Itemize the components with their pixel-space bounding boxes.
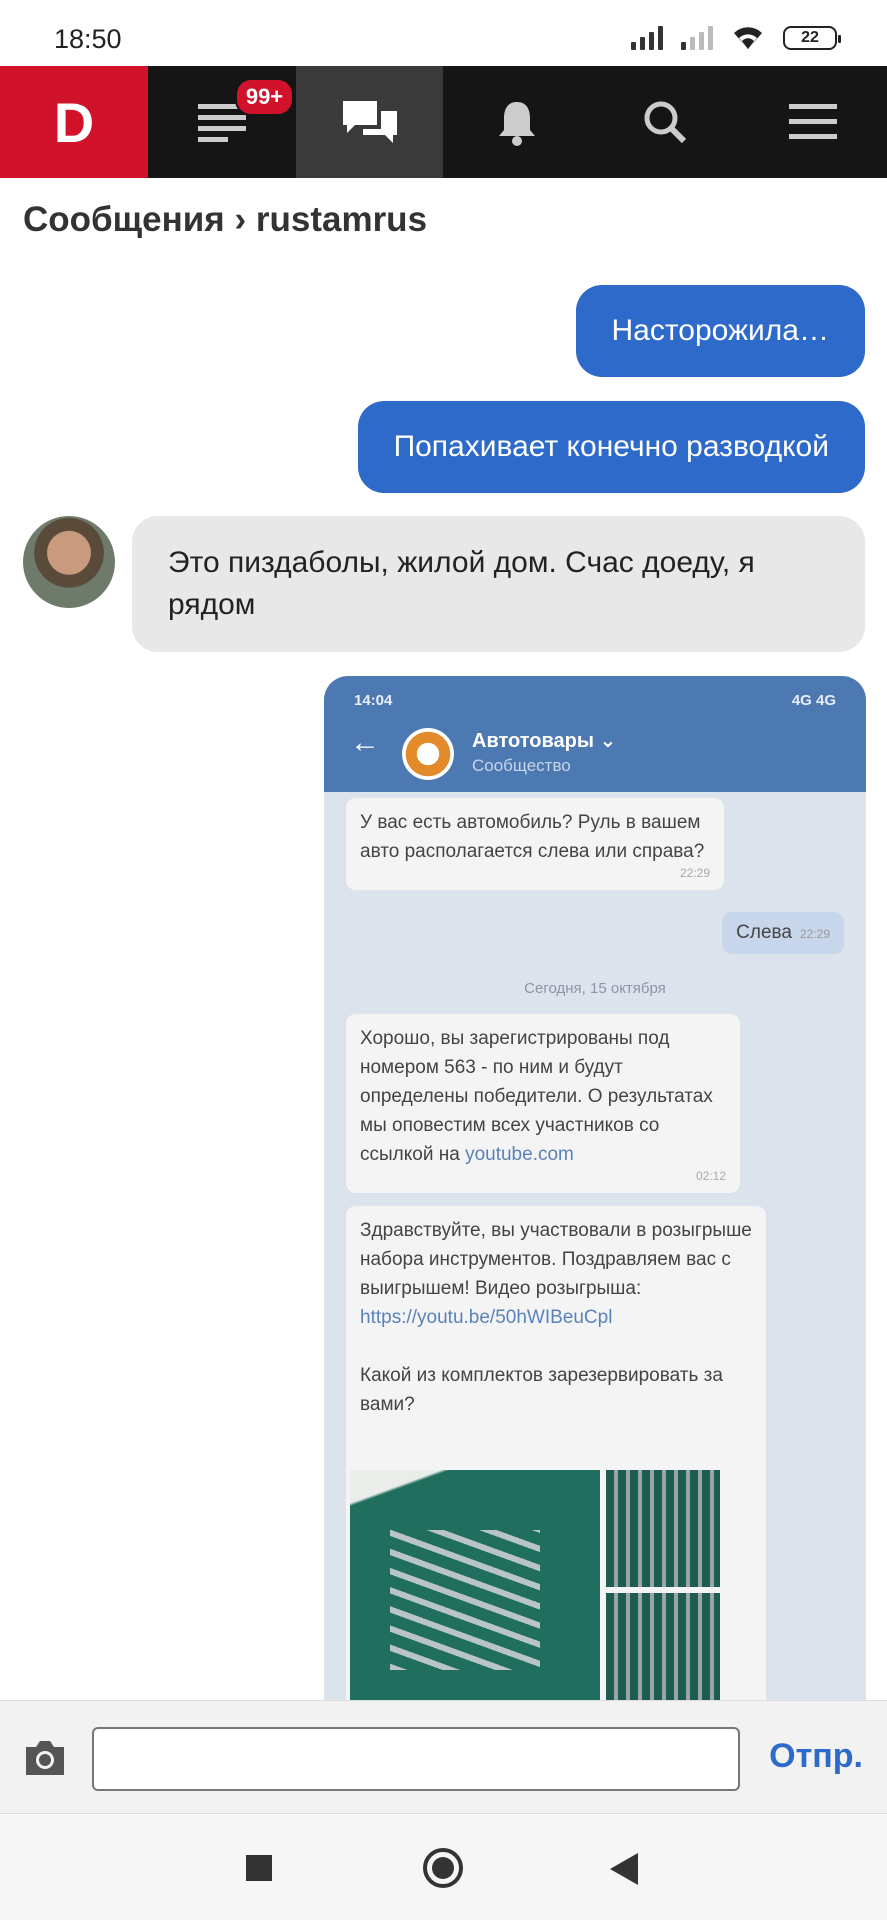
- battery-icon: 22: [783, 26, 841, 50]
- community-subtitle: Сообщество: [472, 756, 571, 775]
- outgoing-message: Попахивает конечно разводкой: [357, 401, 865, 493]
- breadcrumb-user: rustamrus: [255, 200, 428, 239]
- chat-icon: [342, 101, 397, 143]
- status-time: 18:50: [54, 24, 122, 54]
- home-icon[interactable]: [422, 1847, 464, 1889]
- community-name: Автотовары ⌄: [472, 730, 617, 752]
- screenshot-reply: Слева 22:29: [722, 912, 844, 954]
- camera-icon[interactable]: [22, 1739, 68, 1777]
- signal-icon: [631, 26, 663, 50]
- bell-icon: [499, 102, 536, 146]
- tool-set-photo: [606, 1593, 720, 1706]
- tool-set-photo: [606, 1470, 720, 1587]
- screenshot-status: 14:04 4G 4G: [354, 692, 836, 709]
- search-icon: [644, 101, 687, 144]
- status-icons: 22: [631, 25, 841, 51]
- community-avatar: [402, 728, 454, 780]
- screenshot-body: У вас есть автомобиль? Руль в вашем авто…: [324, 792, 866, 1706]
- screenshot-message: Хорошо, вы зарегистрированы под номером …: [346, 1014, 740, 1193]
- system-nav-bar: [0, 1815, 887, 1920]
- screenshot-message: У вас есть автомобиль? Руль в вашем авто…: [346, 798, 724, 890]
- tool-set-photos: [350, 1470, 720, 1706]
- screenshot-header: 14:04 4G 4G ← Автотовары ⌄ Сообщество: [324, 676, 866, 792]
- search-nav-button[interactable]: [591, 66, 739, 178]
- breadcrumb: Сообщения › rustamrus: [23, 200, 427, 240]
- back-arrow-icon: ←: [350, 726, 380, 759]
- avatar[interactable]: [23, 516, 115, 608]
- logo-button[interactable]: D: [0, 66, 148, 178]
- feed-nav-button[interactable]: 99+: [148, 66, 296, 178]
- incoming-message: Это пиздаболы, жилой дом. Счас доеду, я …: [132, 516, 865, 652]
- menu-nav-button[interactable]: [739, 66, 887, 178]
- wifi-icon: [734, 27, 762, 49]
- notifications-nav-button[interactable]: [443, 66, 591, 178]
- screenshot-time: 14:04: [354, 692, 393, 709]
- top-nav: D 99+: [0, 66, 887, 178]
- status-bar: 18:50 22: [0, 0, 887, 66]
- recents-icon[interactable]: [246, 1855, 272, 1881]
- image-message[interactable]: 14:04 4G 4G ← Автотовары ⌄ Сообщество У …: [324, 676, 866, 1706]
- breadcrumb-messages-link[interactable]: Сообщения: [23, 200, 225, 239]
- feed-badge: 99+: [234, 78, 295, 116]
- back-icon[interactable]: [610, 1853, 638, 1885]
- date-divider: Сегодня, 15 октября: [524, 980, 666, 997]
- tool-set-photo: [350, 1470, 601, 1706]
- outgoing-message: Насторожила…: [575, 285, 865, 377]
- hamburger-icon: [789, 104, 838, 139]
- signal-weak-icon: [681, 26, 713, 50]
- breadcrumb-separator: ›: [234, 200, 247, 239]
- messages-nav-button[interactable]: [295, 66, 444, 178]
- message-input[interactable]: [92, 1727, 740, 1791]
- message-composer: Отпр.: [0, 1700, 887, 1814]
- screenshot-network: 4G 4G: [791, 692, 836, 709]
- send-button[interactable]: Отпр.: [769, 1737, 863, 1776]
